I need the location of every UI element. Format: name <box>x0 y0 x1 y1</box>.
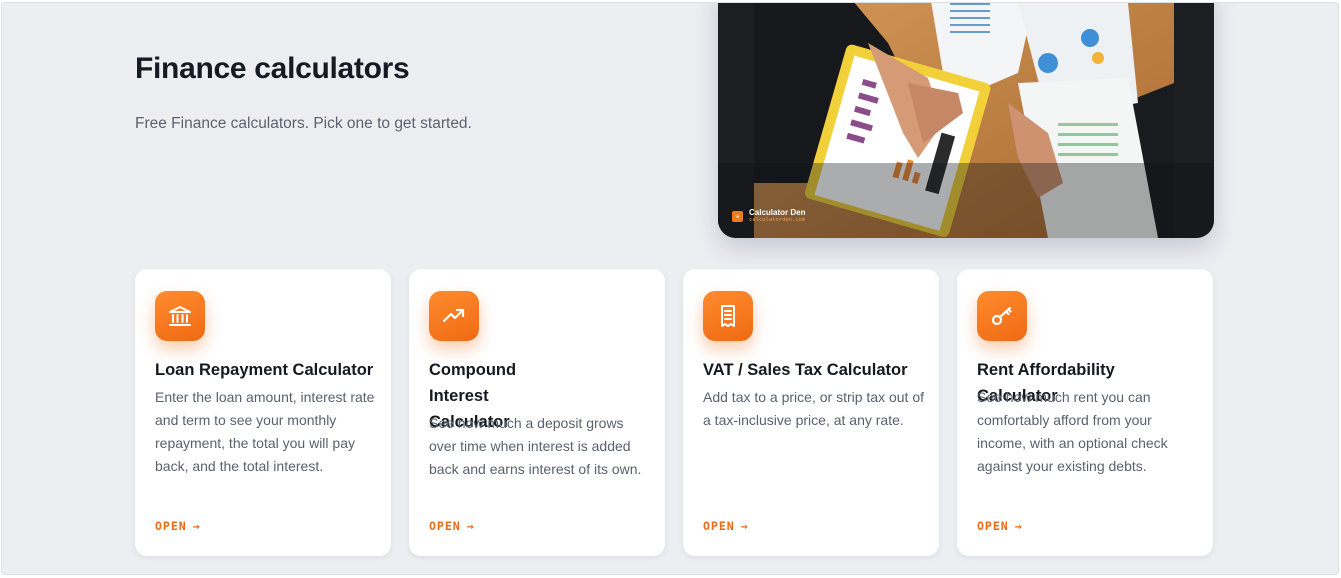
hero-image: ▪ Calculator Den calculatorden.com <box>718 3 1214 238</box>
card-description: Enter the loan amount, interest rate and… <box>155 389 375 474</box>
card-description: See how much rent you can comfortably af… <box>977 389 1168 474</box>
arrow-right-icon: → <box>740 519 749 533</box>
open-link-label: OPEN <box>155 519 187 533</box>
bank-icon <box>155 291 205 341</box>
page-title: Finance calculators <box>135 52 410 85</box>
card-description: Add tax to a price, or strip tax out of … <box>703 389 924 428</box>
arrow-right-icon: → <box>192 519 201 533</box>
open-link[interactable]: OPEN → <box>703 519 749 533</box>
open-link-label: OPEN <box>977 519 1009 533</box>
open-link[interactable]: OPEN → <box>429 519 475 533</box>
hero-brand-name: Calculator Den <box>749 208 806 217</box>
calculator-den-logo-icon: ▪ <box>732 210 743 222</box>
key-icon <box>977 291 1027 341</box>
open-link-label: OPEN <box>703 519 735 533</box>
finance-calculators-section: Finance calculators Free Finance calcula… <box>1 2 1339 575</box>
card-compound-interest[interactable]: Compound Interest Calculator See how muc… <box>409 269 665 556</box>
arrow-right-icon: → <box>466 519 475 533</box>
open-link-label: OPEN <box>429 519 461 533</box>
card-loan-repayment[interactable]: Loan Repayment Calculator Enter the loan… <box>135 269 391 556</box>
receipt-icon <box>703 291 753 341</box>
card-vat-sales-tax[interactable]: VAT / Sales Tax Calculator Add tax to a … <box>683 269 939 556</box>
open-link[interactable]: OPEN → <box>977 519 1023 533</box>
card-title: Loan Repayment Calculator <box>155 361 374 379</box>
card-title: VAT / Sales Tax Calculator <box>703 361 908 379</box>
card-rent-affordability[interactable]: Rent Affordability Calculator See how mu… <box>957 269 1213 556</box>
hero-brand: ▪ Calculator Den calculatorden.com <box>732 208 805 224</box>
card-description: See how much a deposit grows over time w… <box>429 415 642 477</box>
hero-brand-url: calculatorden.com <box>749 217 806 223</box>
arrow-right-icon: → <box>1014 519 1023 533</box>
open-link[interactable]: OPEN → <box>155 519 201 533</box>
page-subtitle: Free Finance calculators. Pick one to ge… <box>135 115 472 132</box>
trending-up-icon <box>429 291 479 341</box>
